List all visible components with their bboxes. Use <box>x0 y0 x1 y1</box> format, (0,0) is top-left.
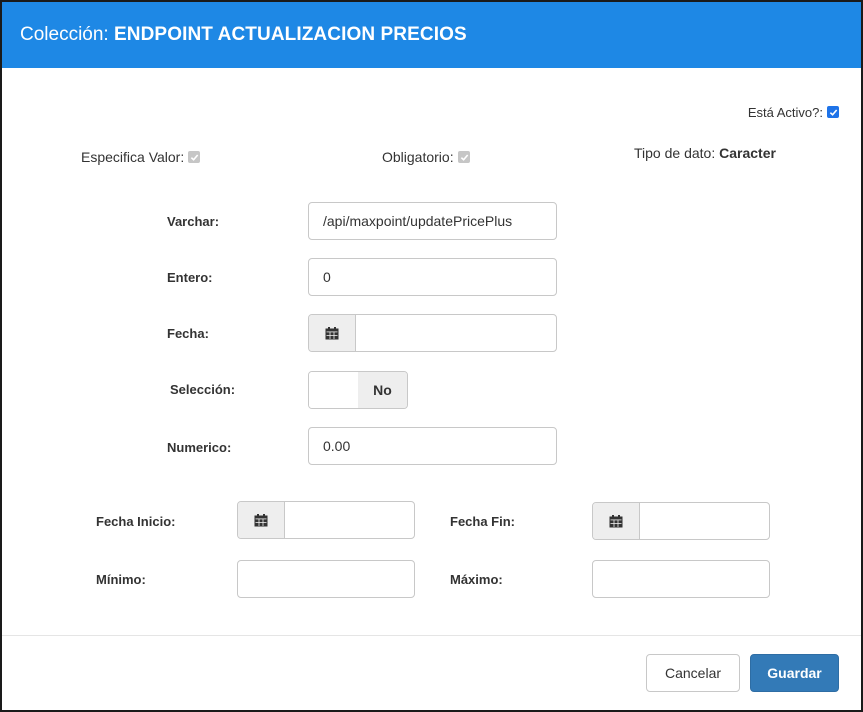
calendar-icon <box>254 513 268 526</box>
varchar-label: Varchar: <box>167 214 220 229</box>
especifica-valor-checkbox[interactable] <box>188 151 201 163</box>
minimo-input[interactable] <box>237 560 415 598</box>
seleccion-label: Selección: <box>170 382 236 397</box>
calendar-icon <box>609 514 623 527</box>
seleccion-toggle-handle <box>309 372 358 408</box>
fecha-calendar-button[interactable] <box>309 315 356 351</box>
minimo-label: Mínimo: <box>96 572 146 587</box>
seleccion-toggle-value: No <box>358 372 407 408</box>
check-icon <box>191 154 199 161</box>
save-button[interactable]: Guardar <box>750 654 839 692</box>
fecha-fin-input[interactable] <box>640 503 769 539</box>
obligatorio-row: Obligatorio: <box>382 149 470 165</box>
varchar-value: /api/maxpoint/updatePricePlus <box>323 213 513 229</box>
fecha-inicio-input-group <box>237 501 415 539</box>
obligatorio-label: Obligatorio: <box>382 149 454 165</box>
entero-input[interactable]: 0 <box>308 258 557 296</box>
collection-modal: Colección: ENDPOINT ACTUALIZACION PRECIO… <box>0 0 863 712</box>
maximo-label: Máximo: <box>450 572 503 587</box>
footer-divider <box>2 635 861 636</box>
entero-label: Entero: <box>167 270 213 285</box>
activo-row: Está Activo?: <box>748 105 839 120</box>
modal-title-name: ENDPOINT ACTUALIZACION PRECIOS <box>114 24 467 45</box>
fecha-inicio-input[interactable] <box>285 502 414 538</box>
maximo-input[interactable] <box>592 560 770 598</box>
fecha-fin-input-group <box>592 502 770 540</box>
numerico-value: 0.00 <box>323 438 351 454</box>
fecha-fin-label: Fecha Fin: <box>450 514 516 529</box>
check-icon <box>829 109 838 116</box>
numerico-input[interactable]: 0.00 <box>308 427 557 465</box>
modal-title-prefix: Colección: <box>20 24 109 45</box>
especifica-valor-row: Especifica Valor: <box>81 149 201 165</box>
check-icon <box>460 154 468 161</box>
fecha-inicio-label: Fecha Inicio: <box>96 514 176 529</box>
fecha-label: Fecha: <box>167 326 209 341</box>
fecha-input[interactable] <box>356 315 556 351</box>
numerico-label: Numerico: <box>167 440 232 455</box>
modal-header: Colección: ENDPOINT ACTUALIZACION PRECIO… <box>2 2 861 68</box>
calendar-icon <box>325 326 339 339</box>
entero-value: 0 <box>323 269 331 285</box>
activo-label: Está Activo?: <box>747 105 823 120</box>
tipo-dato-row: Tipo de dato: Caracter <box>634 145 776 161</box>
cancel-button[interactable]: Cancelar <box>646 654 740 692</box>
fecha-input-group <box>308 314 557 352</box>
varchar-input[interactable]: /api/maxpoint/updatePricePlus <box>308 202 557 240</box>
especifica-valor-label: Especifica Valor: <box>81 149 185 165</box>
fecha-fin-calendar-button[interactable] <box>593 503 640 539</box>
fecha-inicio-calendar-button[interactable] <box>238 502 285 538</box>
seleccion-toggle[interactable]: No <box>308 371 408 409</box>
tipo-dato-label: Tipo de dato: <box>634 145 716 161</box>
obligatorio-checkbox[interactable] <box>457 151 470 163</box>
activo-checkbox[interactable] <box>827 106 839 118</box>
tipo-dato-value: Caracter <box>719 145 776 161</box>
